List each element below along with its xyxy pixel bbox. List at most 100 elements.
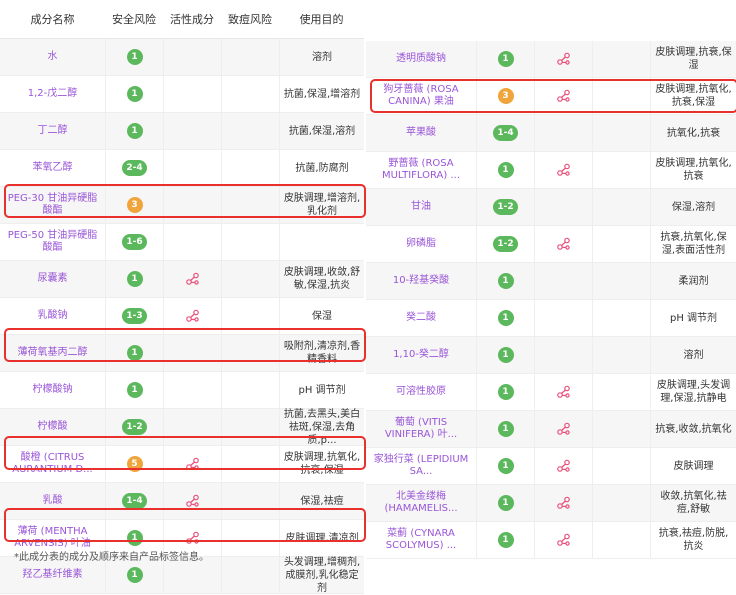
table-row[interactable]: 苹果酸 1-4 抗氧化,抗衰 — [366, 115, 736, 152]
table-row[interactable]: 可溶性胶原 1 皮肤调理,头发调理,保湿,抗静电 — [366, 374, 736, 411]
header-name: 成分名称 — [30, 13, 75, 26]
safety-cell: 1-2 — [476, 226, 534, 262]
table-row[interactable]: 1,2-戊二醇 1 抗菌,保湿,增溶剂 — [0, 76, 364, 113]
table-row[interactable]: PEG-30 甘油异硬脂酸酯 3 皮肤调理,增溶剂,乳化剂 — [0, 187, 364, 224]
ingredient-name[interactable]: 尿囊素 — [0, 261, 105, 297]
safety-cell: 1 — [476, 152, 534, 188]
ingredient-name[interactable]: PEG-30 甘油异硬脂酸酯 — [0, 187, 105, 223]
ingredient-name[interactable]: 北美金缕梅 (HAMAMELIS... — [366, 485, 476, 521]
table-row[interactable]: 葡萄 (VITIS VINIFERA) 叶... 1 抗衰,收敛,抗氧化 — [366, 411, 736, 448]
purpose-text: 皮肤调理,抗衰,保湿 — [650, 41, 736, 77]
ingredient-name[interactable]: 甘油 — [366, 189, 476, 225]
table-row[interactable]: 苯氧乙醇 2-4 抗菌,防腐剂 — [0, 150, 364, 187]
ingredient-name[interactable]: 苯氧乙醇 — [0, 150, 105, 186]
ingredient-name[interactable]: 狗牙蔷薇 (ROSA CANINA) 果油 — [366, 78, 476, 114]
ingredient-name[interactable]: 丁二醇 — [0, 113, 105, 149]
ingredient-name[interactable]: 可溶性胶原 — [366, 374, 476, 410]
safety-cell: 1 — [105, 113, 163, 149]
active-cell — [163, 335, 221, 371]
purpose-text: pH 调节剂 — [279, 372, 364, 408]
ingredient-name[interactable]: 葡萄 (VITIS VINIFERA) 叶... — [366, 411, 476, 447]
acne-cell — [592, 263, 650, 299]
table-row[interactable]: 柠檬酸钠 1 pH 调节剂 — [0, 372, 364, 409]
table-row[interactable]: 家独行菜 (LEPIDIUM SA... 1 皮肤调理 — [366, 448, 736, 485]
ingredient-table-left: 成分名称 安全风险 活性成分 致痘风险 使用目的 水 1 溶剂 1,2-戊二醇 1 抗菌,… — [0, 0, 366, 594]
molecule-icon — [185, 530, 201, 546]
ingredient-name[interactable]: 野蔷薇 (ROSA MULTIFLORA) ... — [366, 152, 476, 188]
safety-cell: 1 — [476, 263, 534, 299]
table-row[interactable]: 卵磷脂 1-2 抗衰,抗氧化,保湿,表面活性剂 — [366, 226, 736, 263]
ingredient-name[interactable]: 卵磷脂 — [366, 226, 476, 262]
table-row[interactable]: 薄荷氧基丙二醇 1 吸附剂,清凉剂,香精香料 — [0, 335, 364, 372]
table-row[interactable]: 丁二醇 1 抗菌,保湿,溶剂 — [0, 113, 364, 150]
table-row[interactable]: 狗牙蔷薇 (ROSA CANINA) 果油 3 皮肤调理,抗氧化,抗衰,保湿 — [366, 78, 736, 115]
ingredient-name[interactable]: 薄荷氧基丙二醇 — [0, 335, 105, 371]
safety-badge: 5 — [126, 456, 143, 472]
acne-cell — [592, 189, 650, 225]
safety-badge: 1 — [126, 345, 143, 361]
table-row[interactable]: 水 1 溶剂 — [0, 39, 364, 76]
ingredient-name[interactable]: 乳酸钠 — [0, 298, 105, 334]
table-row[interactable]: 乳酸钠 1-3 保湿 — [0, 298, 364, 335]
ingredient-name[interactable]: 家独行菜 (LEPIDIUM SA... — [366, 448, 476, 484]
molecule-icon — [556, 384, 572, 400]
purpose-text: 皮肤调理 — [650, 448, 736, 484]
acne-cell — [221, 520, 279, 556]
ingredient-name[interactable]: 1,2-戊二醇 — [0, 76, 105, 112]
ingredient-name[interactable]: 菜蓟 (CYNARA SCOLYMUS) ... — [366, 522, 476, 558]
table-row[interactable]: 透明质酸钠 1 皮肤调理,抗衰,保湿 — [366, 41, 736, 78]
purpose-text: 收敛,抗氧化,祛痘,舒敏 — [650, 485, 736, 521]
header-acne: 致痘风险 — [228, 13, 272, 26]
purpose-text: 抗菌,保湿,溶剂 — [279, 113, 364, 149]
ingredient-name[interactable]: 癸二酸 — [366, 300, 476, 336]
acne-cell — [592, 300, 650, 336]
ingredient-name[interactable]: 柠檬酸 — [0, 409, 105, 445]
safety-badge: 1-4 — [122, 493, 147, 509]
table-row[interactable]: 甘油 1-2 保湿,溶剂 — [366, 189, 736, 226]
safety-cell: 3 — [105, 187, 163, 223]
acne-cell — [592, 374, 650, 410]
safety-badge: 3 — [126, 197, 143, 213]
ingredient-name[interactable]: 透明质酸钠 — [366, 41, 476, 77]
safety-badge: 1 — [497, 347, 514, 363]
purpose-text: 保湿 — [279, 298, 364, 334]
safety-badge: 1-4 — [493, 125, 518, 141]
safety-cell: 5 — [105, 446, 163, 482]
table-row[interactable]: 10-羟基癸酸 1 柔润剂 — [366, 263, 736, 300]
table-row[interactable]: 乳酸 1-4 保湿,祛痘 — [0, 483, 364, 520]
ingredient-name[interactable]: 10-羟基癸酸 — [366, 263, 476, 299]
active-cell — [534, 189, 592, 225]
acne-cell — [221, 409, 279, 445]
active-cell — [534, 226, 592, 262]
ingredient-name[interactable]: 水 — [0, 39, 105, 75]
table-row[interactable]: 尿囊素 1 皮肤调理,收敛,舒敏,保湿,抗炎 — [0, 261, 364, 298]
safety-badge: 1 — [126, 86, 143, 102]
purpose-text — [279, 224, 364, 260]
ingredient-name[interactable]: 1,10-癸二醇 — [366, 337, 476, 373]
table-row[interactable]: 酸橙 (CITRUS AURANTIUM D... 5 皮肤调理,抗氧化,抗衰,保湿 — [0, 446, 364, 483]
ingredient-name[interactable]: 酸橙 (CITRUS AURANTIUM D... — [0, 446, 105, 482]
ingredient-name[interactable]: PEG-50 甘油异硬脂酸酯 — [0, 224, 105, 260]
table-row[interactable]: 野蔷薇 (ROSA MULTIFLORA) ... 1 皮肤调理,抗氧化,抗衰 — [366, 152, 736, 189]
table-row[interactable]: 柠檬酸 1-2 抗菌,去黑头,美白祛斑,保湿,去角质,p... — [0, 409, 364, 446]
molecule-icon — [556, 458, 572, 474]
safety-cell: 1-4 — [476, 115, 534, 151]
table-row[interactable]: 菜蓟 (CYNARA SCOLYMUS) ... 1 抗衰,祛痘,防脱,抗炎 — [366, 522, 736, 559]
table-row[interactable]: PEG-50 甘油异硬脂酸酯 1-6 — [0, 224, 364, 261]
ingredient-name[interactable]: 乳酸 — [0, 483, 105, 519]
molecule-icon — [556, 495, 572, 511]
header-safety: 安全风险 — [112, 13, 156, 26]
safety-cell: 1 — [105, 76, 163, 112]
molecule-icon — [556, 51, 572, 67]
safety-cell: 1 — [476, 374, 534, 410]
table-row[interactable]: 1,10-癸二醇 1 溶剂 — [366, 337, 736, 374]
ingredient-name[interactable]: 苹果酸 — [366, 115, 476, 151]
table-row[interactable]: 北美金缕梅 (HAMAMELIS... 1 收敛,抗氧化,祛痘,舒敏 — [366, 485, 736, 522]
safety-cell: 1 — [476, 41, 534, 77]
molecule-icon — [185, 493, 201, 509]
ingredient-name[interactable]: 柠檬酸钠 — [0, 372, 105, 408]
purpose-text: 头发调理,增稠剂,成膜剂,乳化稳定剂 — [279, 557, 364, 594]
molecule-icon — [185, 308, 201, 324]
table-row[interactable]: 癸二酸 1 pH 调节剂 — [366, 300, 736, 337]
active-cell — [534, 78, 592, 114]
